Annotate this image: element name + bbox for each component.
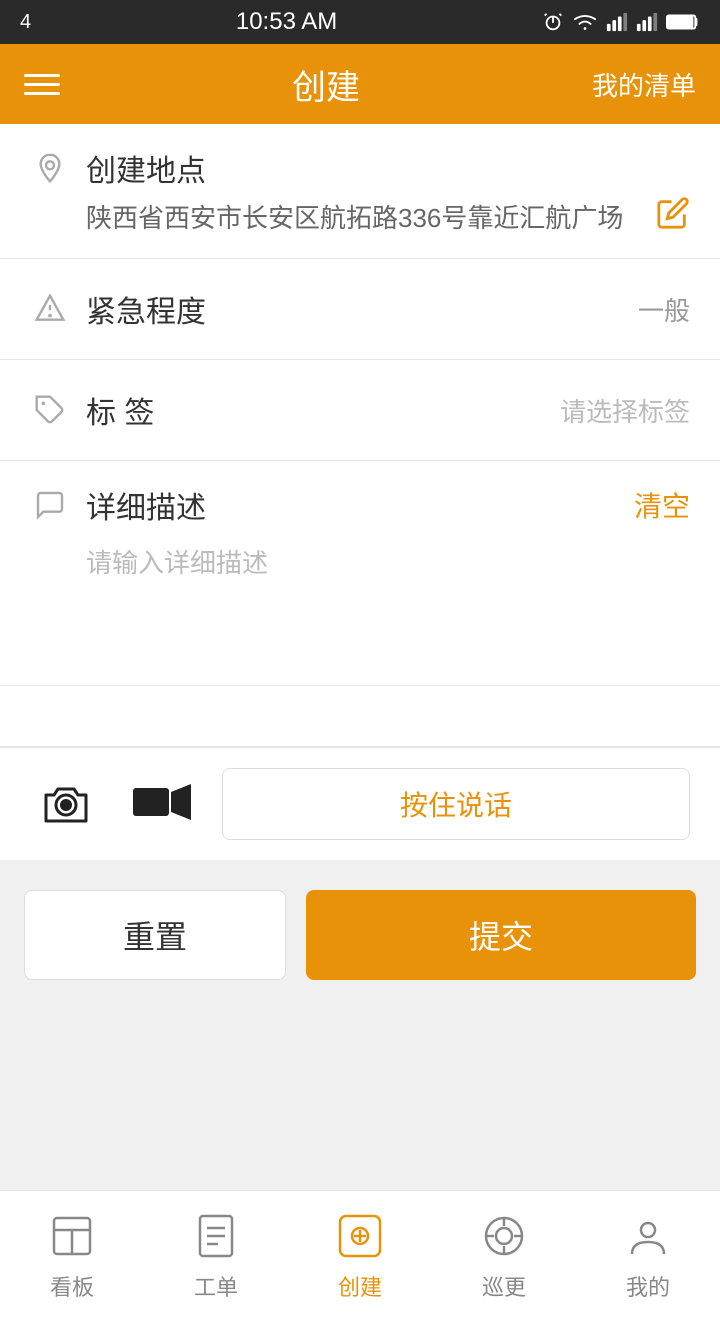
nav-workorder-label: 工单 (194, 1270, 238, 1302)
patrol-icon (478, 1210, 530, 1262)
kanban-icon (46, 1210, 98, 1262)
nav-mine[interactable]: 我的 (576, 1210, 720, 1302)
description-placeholder: 请输入详细描述 (86, 548, 268, 578)
status-bar: 4 10:53 AM (0, 0, 720, 44)
location-section: 创建地点 陕西省西安市长安区航拓路336号靠近汇航广场 (0, 124, 720, 259)
location-value: 陕西省西安市长安区航拓路336号靠近汇航广场 (86, 200, 636, 236)
mine-icon (622, 1210, 674, 1262)
workorder-icon (190, 1210, 242, 1262)
nav-patrol-label: 巡更 (482, 1270, 526, 1302)
media-section: 按住说话 (0, 747, 720, 860)
submit-button[interactable]: 提交 (306, 890, 696, 980)
description-input-area[interactable]: 请输入详细描述 (30, 543, 690, 663)
nav-create-label: 创建 (338, 1270, 382, 1302)
nav-create[interactable]: 创建 (288, 1210, 432, 1302)
urgency-icon (30, 289, 70, 329)
tags-icon (30, 390, 70, 430)
action-section: 重置 提交 (0, 860, 720, 1010)
tags-label: 标 签 (86, 388, 154, 432)
description-label: 详细描述 (86, 483, 206, 527)
create-icon (334, 1210, 386, 1262)
description-section: 详细描述 清空 请输入详细描述 (0, 461, 720, 686)
header: 创建 我的清单 (0, 44, 720, 124)
clear-button[interactable]: 清空 (634, 485, 690, 525)
urgency-row[interactable]: 紧急程度 一般 (0, 259, 720, 360)
status-time: 10:53 AM (236, 8, 337, 36)
description-icon (30, 485, 70, 525)
tags-placeholder: 请选择标签 (560, 392, 690, 429)
location-icon (30, 148, 70, 188)
video-button[interactable] (126, 768, 198, 840)
nav-kanban-label: 看板 (50, 1270, 94, 1302)
status-num: 4 (20, 11, 31, 34)
menu-button[interactable] (24, 74, 60, 95)
urgency-label: 紧急程度 (86, 287, 206, 331)
nav-kanban[interactable]: 看板 (0, 1210, 144, 1302)
spacer (0, 1010, 720, 1190)
bottom-nav: 看板 工单 创建 (0, 1190, 720, 1320)
location-edit-button[interactable] (656, 196, 690, 230)
reset-button[interactable]: 重置 (24, 890, 286, 980)
nav-mine-label: 我的 (626, 1270, 670, 1302)
urgency-value: 一般 (638, 291, 690, 328)
voice-button[interactable]: 按住说话 (222, 768, 690, 840)
header-title: 创建 (292, 60, 360, 109)
status-icons (542, 11, 700, 33)
my-list-button[interactable]: 我的清单 (592, 66, 696, 103)
nav-workorder[interactable]: 工单 (144, 1210, 288, 1302)
location-label: 创建地点 (86, 146, 206, 190)
form-content: 创建地点 陕西省西安市长安区航拓路336号靠近汇航广场 紧急程度 (0, 124, 720, 860)
camera-button[interactable] (30, 768, 102, 840)
tags-row[interactable]: 标 签 请选择标签 (0, 360, 720, 461)
nav-patrol[interactable]: 巡更 (432, 1210, 576, 1302)
